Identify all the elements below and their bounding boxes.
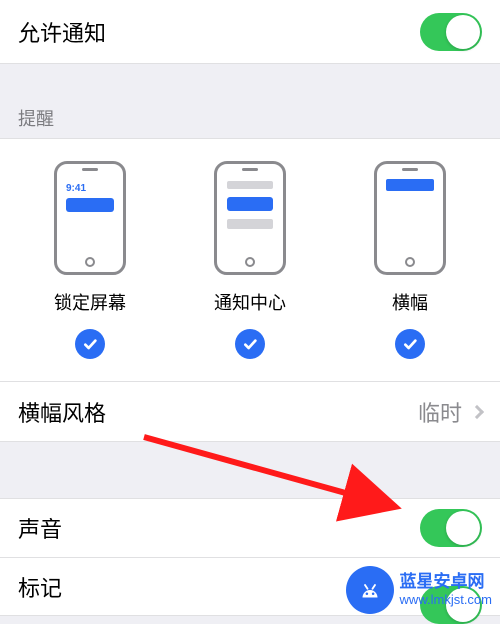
allow-notifications-label: 允许通知 [18,16,106,48]
watermark-logo-icon [346,566,394,614]
sounds-toggle[interactable] [420,509,482,547]
chevron-right-icon [470,404,484,418]
section-gap [0,64,500,100]
notification-center-preview-icon [214,161,286,275]
notification-center-check-icon [235,329,265,359]
watermark: 蓝星安卓网 www.lmkjst.com [346,566,492,614]
section-gap [0,442,500,498]
alerts-row: 9:41 锁定屏幕 通知中心 [0,138,500,382]
banner-style-value: 临时 [418,396,462,428]
toggle-knob [446,511,480,545]
alerts-section-header: 提醒 [0,100,500,138]
badges-label: 标记 [18,571,62,603]
allow-notifications-toggle[interactable] [420,13,482,51]
lock-screen-check-icon [75,329,105,359]
alert-option-banners[interactable]: 横幅 [335,161,485,359]
banners-check-icon [395,329,425,359]
watermark-title: 蓝星安卓网 [400,572,492,592]
sounds-label: 声音 [18,512,62,544]
allow-notifications-row: 允许通知 [0,0,500,64]
banners-preview-icon [374,161,446,275]
notification-center-label: 通知中心 [214,289,286,315]
alert-option-notification-center[interactable]: 通知中心 [175,161,325,359]
watermark-url: www.lmkjst.com [400,592,492,608]
banners-label: 横幅 [392,289,428,315]
lock-screen-preview-icon: 9:41 [54,161,126,275]
banner-style-label: 横幅风格 [18,396,106,428]
sounds-row: 声音 [0,498,500,558]
banner-style-value-wrap: 临时 [418,396,482,428]
banner-style-row[interactable]: 横幅风格 临时 [0,382,500,442]
lock-screen-time: 9:41 [66,183,86,194]
alert-option-lock-screen[interactable]: 9:41 锁定屏幕 [15,161,165,359]
watermark-text: 蓝星安卓网 www.lmkjst.com [400,572,492,608]
toggle-knob [446,15,480,49]
lock-screen-label: 锁定屏幕 [54,289,126,315]
